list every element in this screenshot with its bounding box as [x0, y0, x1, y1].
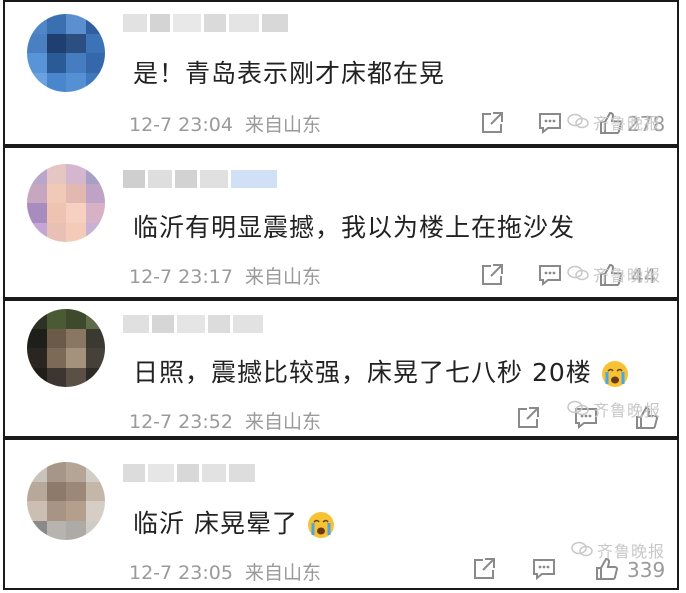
crying-face-icon	[307, 512, 334, 538]
comment-meta: 12-7 23:04 来自山东	[129, 110, 321, 137]
watermark: 齐鲁晚报	[571, 538, 665, 562]
username-blurred[interactable]	[123, 315, 287, 333]
watermark: 齐鲁晚报	[567, 110, 661, 134]
comment-icon[interactable]	[531, 556, 557, 582]
watermark-text: 齐鲁晚报	[597, 542, 666, 561]
share-icon[interactable]	[515, 405, 541, 431]
comment-source: 来自山东	[244, 266, 321, 288]
comment-text-body: 日照，震撼比较强，床晃了七八秒 20楼	[133, 358, 592, 387]
username-blurred[interactable]	[123, 464, 273, 482]
comment-source: 来自山东	[244, 411, 321, 433]
wechat-logo-icon	[567, 400, 589, 416]
avatar[interactable]	[27, 14, 105, 92]
avatar[interactable]	[27, 462, 105, 540]
avatar[interactable]	[27, 309, 105, 387]
comment-source: 来自山东	[244, 114, 321, 136]
username-blurred[interactable]	[123, 170, 293, 188]
avatar[interactable]	[27, 164, 105, 242]
crying-face-icon	[601, 361, 628, 387]
share-icon[interactable]	[479, 262, 505, 288]
comment-text: 临沂 床晃晕了	[133, 504, 335, 540]
username-blurred[interactable]	[123, 14, 293, 32]
comment-card: 临沂有明显震撼，我以为楼上在拖沙发 12-7 23:17 来自山东 44 齐鲁晚…	[3, 146, 679, 299]
comment-card: 是！青岛表示刚才床都在晃 12-7 23:04 来自山东 278 齐鲁晚报	[3, 0, 679, 146]
comment-icon[interactable]	[537, 262, 563, 288]
wechat-logo-icon	[567, 113, 589, 129]
wechat-logo-icon	[571, 541, 593, 557]
comment-time: 12-7 23:04	[129, 114, 233, 136]
comment-meta: 12-7 23:17 来自山东	[129, 262, 321, 289]
comment-text: 临沂有明显震撼，我以为楼上在拖沙发	[133, 213, 576, 242]
comment-source: 来自山东	[244, 562, 321, 584]
watermark-text: 齐鲁晚报	[593, 114, 662, 133]
comment-text: 是！青岛表示刚才床都在晃	[133, 59, 446, 88]
watermark-text: 齐鲁晚报	[593, 266, 662, 285]
comment-icon[interactable]	[537, 110, 563, 136]
wechat-logo-icon	[567, 265, 589, 281]
comment-card: 日照，震撼比较强，床晃了七八秒 20楼 12-7 23:52 来自山东 齐鲁晚报	[3, 299, 679, 438]
comment-card: 临沂 床晃晕了 12-7 23:05 来自山东 339 齐鲁晚报	[3, 438, 679, 590]
comment-time: 12-7 23:17	[129, 266, 233, 288]
comment-feed: 是！青岛表示刚才床都在晃 12-7 23:04 来自山东 278 齐鲁晚报 临沂…	[0, 0, 686, 593]
watermark: 齐鲁晚报	[567, 397, 661, 421]
watermark-text: 齐鲁晚报	[593, 401, 662, 420]
comment-text-body: 临沂 床晃晕了	[133, 509, 298, 538]
comment-meta: 12-7 23:05 来自山东	[129, 558, 321, 585]
comment-time: 12-7 23:52	[129, 411, 233, 433]
share-icon[interactable]	[471, 556, 497, 582]
comment-text: 日照，震撼比较强，床晃了七八秒 20楼	[133, 353, 629, 389]
comment-meta: 12-7 23:52 来自山东	[129, 407, 321, 434]
watermark: 齐鲁晚报	[567, 262, 661, 286]
share-icon[interactable]	[479, 110, 505, 136]
comment-time: 12-7 23:05	[129, 562, 233, 584]
